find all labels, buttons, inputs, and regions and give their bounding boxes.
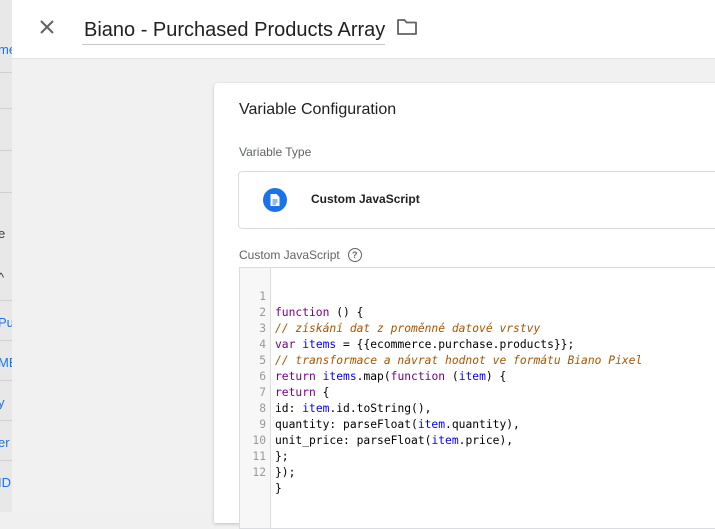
close-button[interactable]	[34, 14, 60, 40]
code-line: 1 function () {	[240, 273, 715, 319]
help-icon[interactable]: ?	[347, 248, 362, 262]
code-line: 11 });	[240, 433, 715, 479]
code-line: 3 var items = {{ecommerce.purchase.produ…	[240, 305, 715, 351]
document-icon	[263, 188, 287, 212]
code-line: 7 id: item.id.toString(),	[240, 369, 715, 415]
code-line: 4 // transformace a návrat hodnot ve for…	[240, 321, 715, 367]
code-line: 9 unit_price: parseFloat(item.price),	[240, 401, 715, 447]
code-line: 12 }	[240, 449, 715, 495]
close-icon	[40, 20, 54, 34]
code-text: }	[275, 482, 282, 495]
line-number: 12	[252, 466, 266, 479]
variable-type-selector[interactable]: Custom JavaScript	[238, 171, 715, 229]
folder-icon	[397, 19, 417, 35]
folder-button[interactable]	[396, 16, 420, 40]
variable-name-field[interactable]	[82, 12, 387, 45]
background-fragment: er	[0, 435, 10, 450]
variable-configuration-panel: Variable Configuration Variable Type Cus…	[214, 83, 715, 529]
background-fragment: e	[0, 226, 6, 241]
background-fragment: ^	[0, 270, 5, 285]
panel-title: Variable Configuration	[239, 101, 397, 118]
background-fragment: y	[0, 395, 5, 410]
code-line: 5 return items.map(function (item) {	[240, 337, 715, 383]
custom-js-label: Custom JavaScript ?	[239, 248, 362, 262]
code-line: 2 // získání dat z proměnné datové vrstv…	[240, 289, 715, 335]
code-line: 8 quantity: parseFloat(item.quantity),	[240, 385, 715, 431]
editor-header	[12, 0, 715, 59]
variable-name-input[interactable]	[82, 12, 387, 44]
code-editor[interactable]: 1 function () { 2 // získání dat z promě…	[239, 267, 715, 529]
variable-type-name: Custom JavaScript	[311, 192, 420, 206]
background-fragment: ID	[0, 475, 11, 490]
code-line: 10 };	[240, 417, 715, 463]
code-line: 6 return {	[240, 353, 715, 399]
variable-type-label: Variable Type	[239, 145, 312, 159]
custom-js-label-text: Custom JavaScript	[239, 248, 340, 262]
